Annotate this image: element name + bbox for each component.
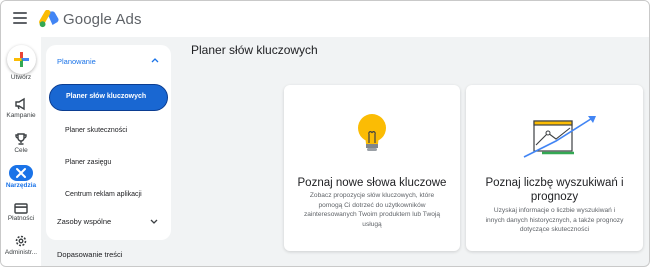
description-line: dotyczące skuteczności [519, 226, 590, 234]
description-line: pomogą Ci dotrzeć do użytkowników [318, 201, 426, 209]
google-ads-logo-icon [39, 10, 59, 28]
chevron-up-icon[interactable] [151, 57, 159, 63]
billing-label[interactable]: Płatności [1, 215, 41, 222]
shared-library-item[interactable]: Zasoby wspólne [57, 217, 111, 226]
description-line: zainteresowanych Twoim produktem lub Two… [303, 211, 441, 219]
card-title-line-2: prognozy [530, 191, 579, 203]
create-label: Utwórz [10, 74, 32, 81]
billing-icon[interactable] [13, 200, 29, 216]
main-content: Planer słów kluczowych Poznaj nowe słowa… [181, 37, 649, 266]
lightbulb-icon [358, 114, 386, 151]
card-description: Uzyskaj informacje o liczbie wyszukiwań … [466, 206, 643, 235]
discover-keywords-card[interactable]: Poznaj nowe słowa kluczowe Zobacz propoz… [284, 85, 460, 251]
create-button[interactable] [7, 45, 36, 74]
forecast-chart-icon [523, 116, 596, 158]
page-title: Planer słów kluczowych [191, 43, 318, 57]
description-line: Zobacz propozycje słów kluczowych, które [309, 192, 435, 199]
search-volume-forecast-card[interactable]: Poznaj liczbę wyszukiwań i prognozy Uzys… [466, 85, 643, 251]
planning-section-header[interactable]: Planowanie [57, 57, 96, 66]
app-window: Google Ads Utwórz Kampanie Cele Narzędzi… [0, 0, 650, 267]
tools-nav-item[interactable] [9, 165, 33, 181]
tools-subnav: Planowanie Planer słów kluczowych Planer… [41, 37, 181, 266]
top-bar: Google Ads [1, 1, 649, 37]
card-description: Zobacz propozycje słów kluczowych, które… [284, 191, 460, 229]
nav-app-ads-hub[interactable]: Centrum reklam aplikacji [49, 181, 168, 208]
planning-section: Planowanie Planer słów kluczowych Planer… [46, 45, 171, 240]
card-title: Poznaj nowe słowa kluczowe [297, 177, 447, 189]
tools-icon [16, 168, 26, 178]
nav-keyword-planner[interactable]: Planer słów kluczowych [49, 84, 168, 111]
tools-label[interactable]: Narzędzia [1, 182, 41, 189]
trophy-icon[interactable] [13, 131, 29, 147]
admin-label[interactable]: Administr... [1, 249, 41, 256]
settings-icon[interactable] [13, 233, 29, 249]
content-suitability-item[interactable]: Dopasowanie treści [57, 250, 122, 259]
campaigns-icon[interactable] [13, 96, 29, 112]
menu-icon[interactable] [13, 12, 27, 24]
plus-icon [14, 52, 29, 67]
description-line: Uzyskaj informacje o liczbie wyszukiwań … [493, 207, 616, 214]
card-title-line-1: Poznaj liczbę wyszukiwań i [485, 177, 624, 189]
description-line: usługą [362, 220, 382, 228]
goals-label[interactable]: Cele [1, 147, 41, 154]
left-rail: Utwórz Kampanie Cele Narzędzia Płatności… [1, 37, 41, 266]
app-title: Google Ads [63, 11, 142, 28]
chevron-down-icon[interactable] [150, 219, 158, 225]
campaigns-label[interactable]: Kampanie [1, 112, 41, 119]
nav-reach-planner[interactable]: Planer zasięgu [49, 149, 168, 176]
description-line: innych danych historycznych, a także pro… [485, 216, 624, 224]
nav-performance-planner[interactable]: Planer skuteczności [49, 117, 168, 144]
